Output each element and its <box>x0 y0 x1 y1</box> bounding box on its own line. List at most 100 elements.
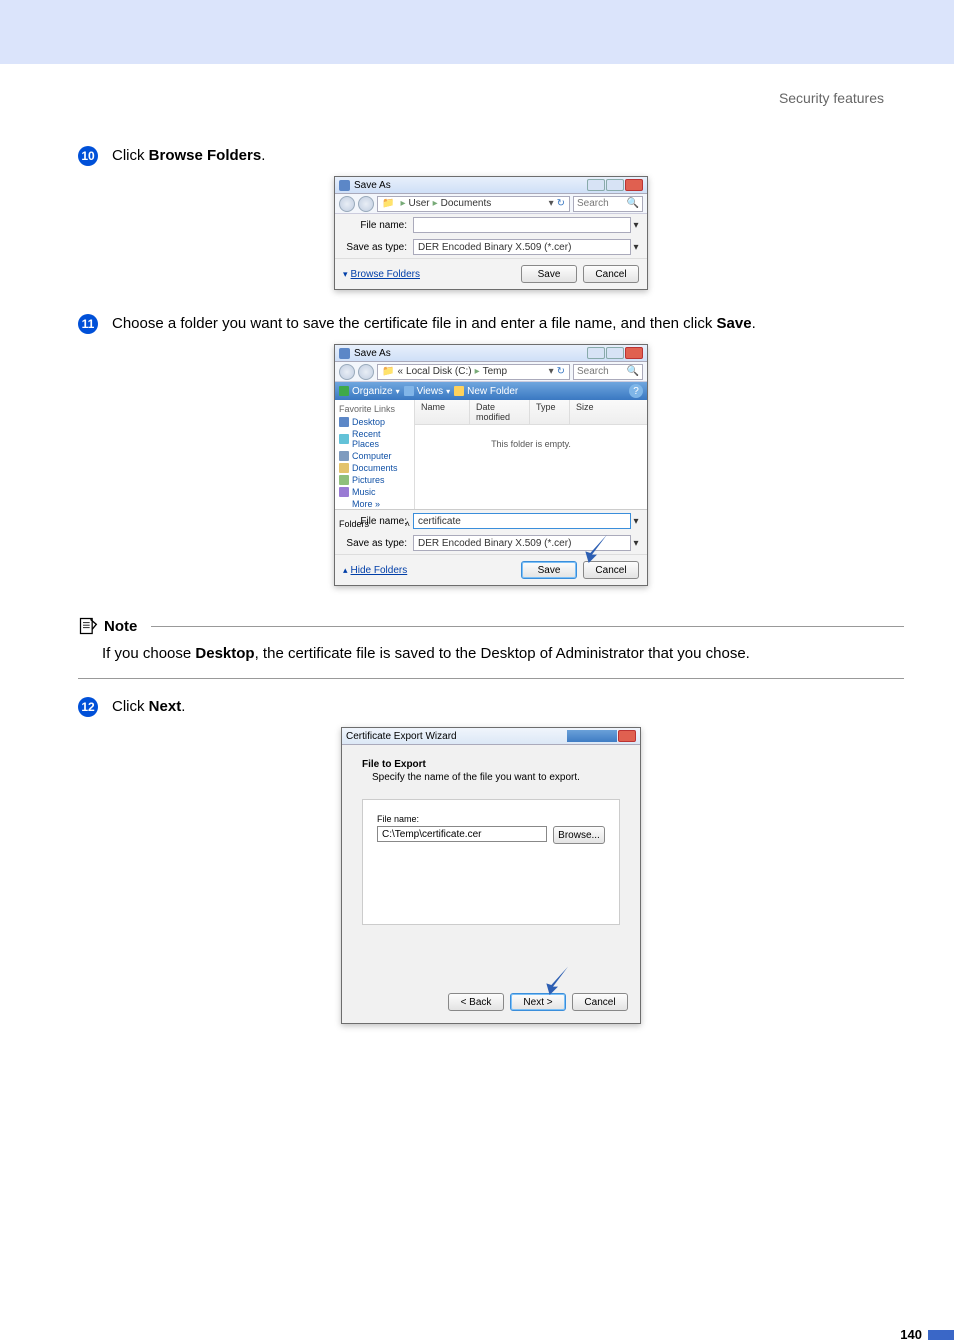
favorite-computer[interactable]: Computer <box>339 451 410 461</box>
cancel-button[interactable]: Cancel <box>572 993 628 1011</box>
favorites-header: Favorite Links <box>339 404 410 414</box>
recent-icon <box>339 434 349 444</box>
col-type[interactable]: Type <box>530 400 570 424</box>
new-folder-button[interactable]: New Folder <box>454 386 518 397</box>
favorite-music[interactable]: Music <box>339 487 410 497</box>
window-title: Certificate Export Wizard <box>346 731 561 742</box>
favorite-desktop[interactable]: Desktop <box>339 417 410 427</box>
titlebar: Certificate Export Wizard <box>342 728 640 745</box>
explorer-toolbar: Organize▾ Views▾ New Folder ? <box>335 382 647 400</box>
note-block: Note If you choose Desktop, the certific… <box>78 616 904 679</box>
filename-row: File name: ▾ <box>335 214 647 236</box>
saveastype-label: Save as type: <box>341 538 413 549</box>
saveastype-select[interactable]: DER Encoded Binary X.509 (*.cer) <box>413 239 631 255</box>
filename-input[interactable]: certificate <box>413 513 631 529</box>
header-title: Security features <box>78 90 884 106</box>
search-input[interactable]: Search 🔍 <box>573 196 643 212</box>
favorite-pictures[interactable]: Pictures <box>339 475 410 485</box>
organize-menu[interactable]: Organize▾ <box>339 386 400 397</box>
search-placeholder: Search <box>577 198 609 209</box>
browse-folders-button[interactable]: ▾ Browse Folders <box>343 269 420 280</box>
step-marker-11: 11 <box>78 314 98 334</box>
close-button[interactable] <box>625 179 643 191</box>
minimize-button[interactable] <box>587 179 605 191</box>
search-icon: 🔍 <box>627 366 639 377</box>
step-marker-10: 10 <box>78 146 98 166</box>
views-menu[interactable]: Views▾ <box>404 386 451 397</box>
t: . <box>181 698 185 715</box>
figure-saveas-small: Save As 📁 ▸ User ▸ Documents ▾ ↻ <box>78 176 904 290</box>
dialog-certificate-export-wizard: Certificate Export Wizard File to Export… <box>341 727 641 1024</box>
saveastype-row: Save as type: DER Encoded Binary X.509 (… <box>335 236 647 258</box>
refresh-icon[interactable]: ↻ <box>557 366 565 377</box>
chevron-down-icon: ▾ <box>396 387 400 396</box>
dialog-save-as-large: Save As 📁 « Local Disk (C:) ▸ Temp ▾ <box>334 344 648 586</box>
back-button[interactable] <box>339 364 355 380</box>
favorite-more[interactable]: More » <box>352 499 410 509</box>
saveastype-select[interactable]: DER Encoded Binary X.509 (*.cer) <box>413 535 631 551</box>
step-marker-12: 12 <box>78 697 98 717</box>
crumb: Documents <box>441 198 492 209</box>
filename-input[interactable]: C:\Temp\certificate.cer <box>377 826 547 842</box>
save-button[interactable]: Save <box>521 265 577 283</box>
close-button[interactable] <box>618 730 636 742</box>
window-buttons <box>586 347 643 359</box>
breadcrumb[interactable]: 📁 « Local Disk (C:) ▸ Temp ▾ ↻ <box>377 364 570 380</box>
col-date[interactable]: Date modified <box>470 400 530 424</box>
save-button[interactable]: Save <box>521 561 577 579</box>
breadcrumb[interactable]: 📁 ▸ User ▸ Documents ▾ ↻ <box>377 196 570 212</box>
favorite-recent[interactable]: Recent Places <box>339 429 410 449</box>
dropdown-icon[interactable]: ▾ <box>631 516 641 527</box>
back-button[interactable] <box>339 196 355 212</box>
forward-button[interactable] <box>358 196 374 212</box>
dropdown-icon[interactable]: ▾ <box>631 242 641 253</box>
filename-input[interactable] <box>413 217 631 233</box>
col-name[interactable]: Name <box>415 400 470 424</box>
search-input[interactable]: Search 🔍 <box>573 364 643 380</box>
t: Browse Folders <box>351 269 420 280</box>
close-button[interactable] <box>625 347 643 359</box>
page-number-bar <box>928 1330 954 1340</box>
wizard-section-title: File to Export <box>362 759 620 770</box>
note-body: If you choose Desktop, the certificate f… <box>102 644 904 664</box>
views-icon <box>404 386 414 396</box>
wizard-body: File to Export Specify the name of the f… <box>342 745 640 985</box>
step-10-text: Click Browse Folders. <box>112 146 904 166</box>
t: Next <box>149 698 182 715</box>
titlebar: Save As <box>335 177 647 194</box>
browse-button[interactable]: Browse... <box>553 826 605 844</box>
dropdown-icon[interactable]: ▾ <box>631 220 641 231</box>
hide-folders-button[interactable]: ▴ Hide Folders <box>343 565 407 576</box>
titlebar-decoration <box>567 730 617 742</box>
figure-saveas-large: Save As 📁 « Local Disk (C:) ▸ Temp ▾ <box>78 344 904 586</box>
minimize-button[interactable] <box>587 347 605 359</box>
page-number-text: 140 <box>900 1327 922 1342</box>
t: . <box>261 147 265 164</box>
dropdown-icon[interactable]: ▾ <box>631 538 641 549</box>
divider <box>78 678 904 679</box>
back-button[interactable]: < Back <box>448 993 504 1011</box>
refresh-icon[interactable]: ↻ <box>557 198 565 209</box>
help-button[interactable]: ? <box>629 384 643 398</box>
maximize-button[interactable] <box>606 347 624 359</box>
step-11: 11 Choose a folder you want to save the … <box>78 314 904 334</box>
next-button[interactable]: Next > <box>510 993 566 1011</box>
dropdown-icon[interactable]: ▾ <box>549 198 554 209</box>
maximize-button[interactable] <box>606 179 624 191</box>
window-title: Save As <box>354 348 586 359</box>
forward-button[interactable] <box>358 364 374 380</box>
cancel-button[interactable]: Cancel <box>583 265 639 283</box>
col-size[interactable]: Size <box>570 400 647 424</box>
saveastype-label: Save as type: <box>341 242 413 253</box>
chevron-right-icon: ▸ <box>400 198 405 209</box>
window-buttons <box>586 179 643 191</box>
step-12: 12 Click Next. <box>78 697 904 717</box>
t: If you choose <box>102 645 195 662</box>
chevron-right-icon: ▸ <box>433 198 438 209</box>
favorite-documents[interactable]: Documents <box>339 463 410 473</box>
music-icon <box>339 487 349 497</box>
step-12-text: Click Next. <box>112 697 904 717</box>
cancel-button[interactable]: Cancel <box>583 561 639 579</box>
note-heading: Note <box>104 618 137 635</box>
dropdown-icon[interactable]: ▾ <box>549 366 554 377</box>
